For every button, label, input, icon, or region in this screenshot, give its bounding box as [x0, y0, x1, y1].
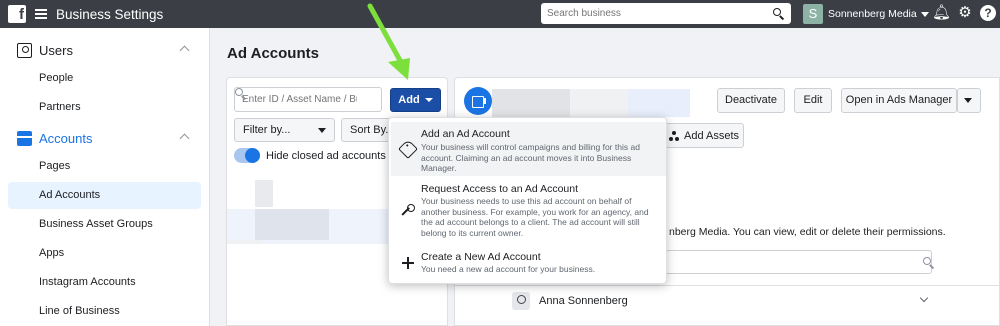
- menu-item-add-ad-account[interactable]: Add an Ad Account Your business will con…: [391, 122, 666, 176]
- menu-item-description: You need a new ad account for your busin…: [421, 264, 596, 274]
- menu-item-title: Create a New Ad Account: [421, 251, 541, 263]
- menu-item-request-access[interactable]: Request Access to an Ad Account Your bus…: [391, 178, 666, 244]
- key-icon: [401, 204, 415, 218]
- sidebar-section-accounts[interactable]: Accounts: [0, 124, 210, 152]
- chevron-up-icon[interactable]: [179, 133, 190, 144]
- list-item: [227, 240, 262, 244]
- list-item[interactable]: [255, 209, 329, 240]
- user-icon: [17, 42, 32, 58]
- sidebar-section-label: Accounts: [39, 130, 93, 146]
- top-bar: f Business Settings S Sonnenberg Media 🔔…: [0, 0, 1000, 28]
- sidebar-item-people[interactable]: People: [8, 65, 201, 92]
- help-icon[interactable]: ?: [980, 5, 996, 21]
- ad-account-search-input[interactable]: [235, 94, 357, 105]
- sidebar-section-label: Users: [39, 42, 73, 58]
- sidebar-item-apps[interactable]: Apps: [8, 240, 201, 267]
- page-title: Ad Accounts: [227, 45, 319, 62]
- add-button[interactable]: Add: [390, 88, 441, 112]
- sidebar-item-partners[interactable]: Partners: [8, 94, 201, 121]
- menu-item-title: Request Access to an Ad Account: [421, 183, 579, 195]
- menu-item-description: Your business needs to use this ad accou…: [421, 196, 649, 238]
- menu-item-title: Add an Ad Account: [421, 128, 510, 140]
- business-search[interactable]: [541, 3, 791, 24]
- account-name-placeholder: [628, 89, 690, 117]
- chevron-down-icon: [920, 11, 929, 17]
- chevron-down-icon: [424, 98, 433, 102]
- filter-select[interactable]: Filter by...: [234, 118, 335, 142]
- sidebar-item-instagram-accounts[interactable]: Instagram Accounts: [8, 269, 201, 296]
- menu-item-description: Your business will control campaigns and…: [421, 142, 640, 173]
- business-name: Sonnenberg Media: [828, 8, 917, 20]
- sidebar-item-pages[interactable]: Pages: [8, 153, 201, 180]
- menu-icon[interactable]: [35, 9, 47, 19]
- chevron-down-icon: [318, 128, 326, 133]
- people-icon: [669, 130, 679, 141]
- gear-icon[interactable]: ⚙︎: [956, 4, 974, 22]
- toggle-label: Hide closed ad accounts: [266, 149, 386, 162]
- edit-button[interactable]: Edit: [794, 88, 832, 113]
- add-button-label: Add: [398, 94, 420, 106]
- account-name-placeholder: [492, 89, 570, 117]
- sidebar-item-ad-accounts[interactable]: Ad Accounts: [8, 182, 201, 209]
- chevron-down-icon: [964, 98, 972, 103]
- open-in-ads-manager-button[interactable]: Open in Ads Manager: [841, 88, 957, 113]
- app-title: Business Settings: [56, 6, 164, 22]
- business-search-input[interactable]: [541, 8, 773, 19]
- chevron-up-icon[interactable]: [179, 45, 190, 56]
- hide-closed-toggle[interactable]: [234, 148, 260, 163]
- sidebar-item-line-of-business[interactable]: Line of Business: [8, 298, 201, 325]
- hide-closed-toggle-row: Hide closed ad accounts: [234, 148, 386, 163]
- add-dropdown-menu: Add an Ad Account Your business will con…: [388, 117, 667, 284]
- ad-account-search[interactable]: [234, 87, 382, 112]
- person-row[interactable]: Anna Sonnenberg: [512, 292, 628, 310]
- business-switcher[interactable]: S Sonnenberg Media: [803, 4, 929, 24]
- account-name-placeholder: [570, 89, 628, 117]
- filter-select-label: Filter by...: [243, 124, 291, 136]
- tag-icon: [398, 139, 418, 159]
- add-assets-label: Add Assets: [684, 129, 740, 142]
- permissions-description: nberg Media. You can view, edit or delet…: [669, 226, 946, 238]
- bell-icon[interactable]: 🔔︎: [932, 4, 951, 22]
- divider: [455, 285, 1000, 286]
- sidebar-item-business-asset-groups[interactable]: Business Asset Groups: [8, 211, 201, 238]
- search-icon[interactable]: [773, 7, 785, 20]
- ad-account-avatar: [464, 87, 492, 115]
- plus-icon: [401, 256, 415, 270]
- business-avatar: S: [803, 4, 823, 24]
- deactivate-button[interactable]: Deactivate: [717, 88, 785, 113]
- add-assets-button[interactable]: Add Assets: [656, 123, 744, 148]
- people-search-input[interactable]: [655, 250, 935, 274]
- menu-item-create-ad-account[interactable]: Create a New Ad Account You need a new a…: [391, 246, 666, 280]
- list-item[interactable]: [255, 180, 273, 207]
- accounts-icon: [17, 130, 32, 146]
- person-name: Anna Sonnenberg: [539, 295, 628, 307]
- facebook-logo-icon[interactable]: f: [8, 5, 26, 23]
- person-avatar-icon: [512, 292, 530, 310]
- more-options-button[interactable]: [957, 88, 981, 113]
- pointer-arrow-icon: [367, 3, 410, 80]
- sidebar-section-users[interactable]: Users: [0, 36, 210, 64]
